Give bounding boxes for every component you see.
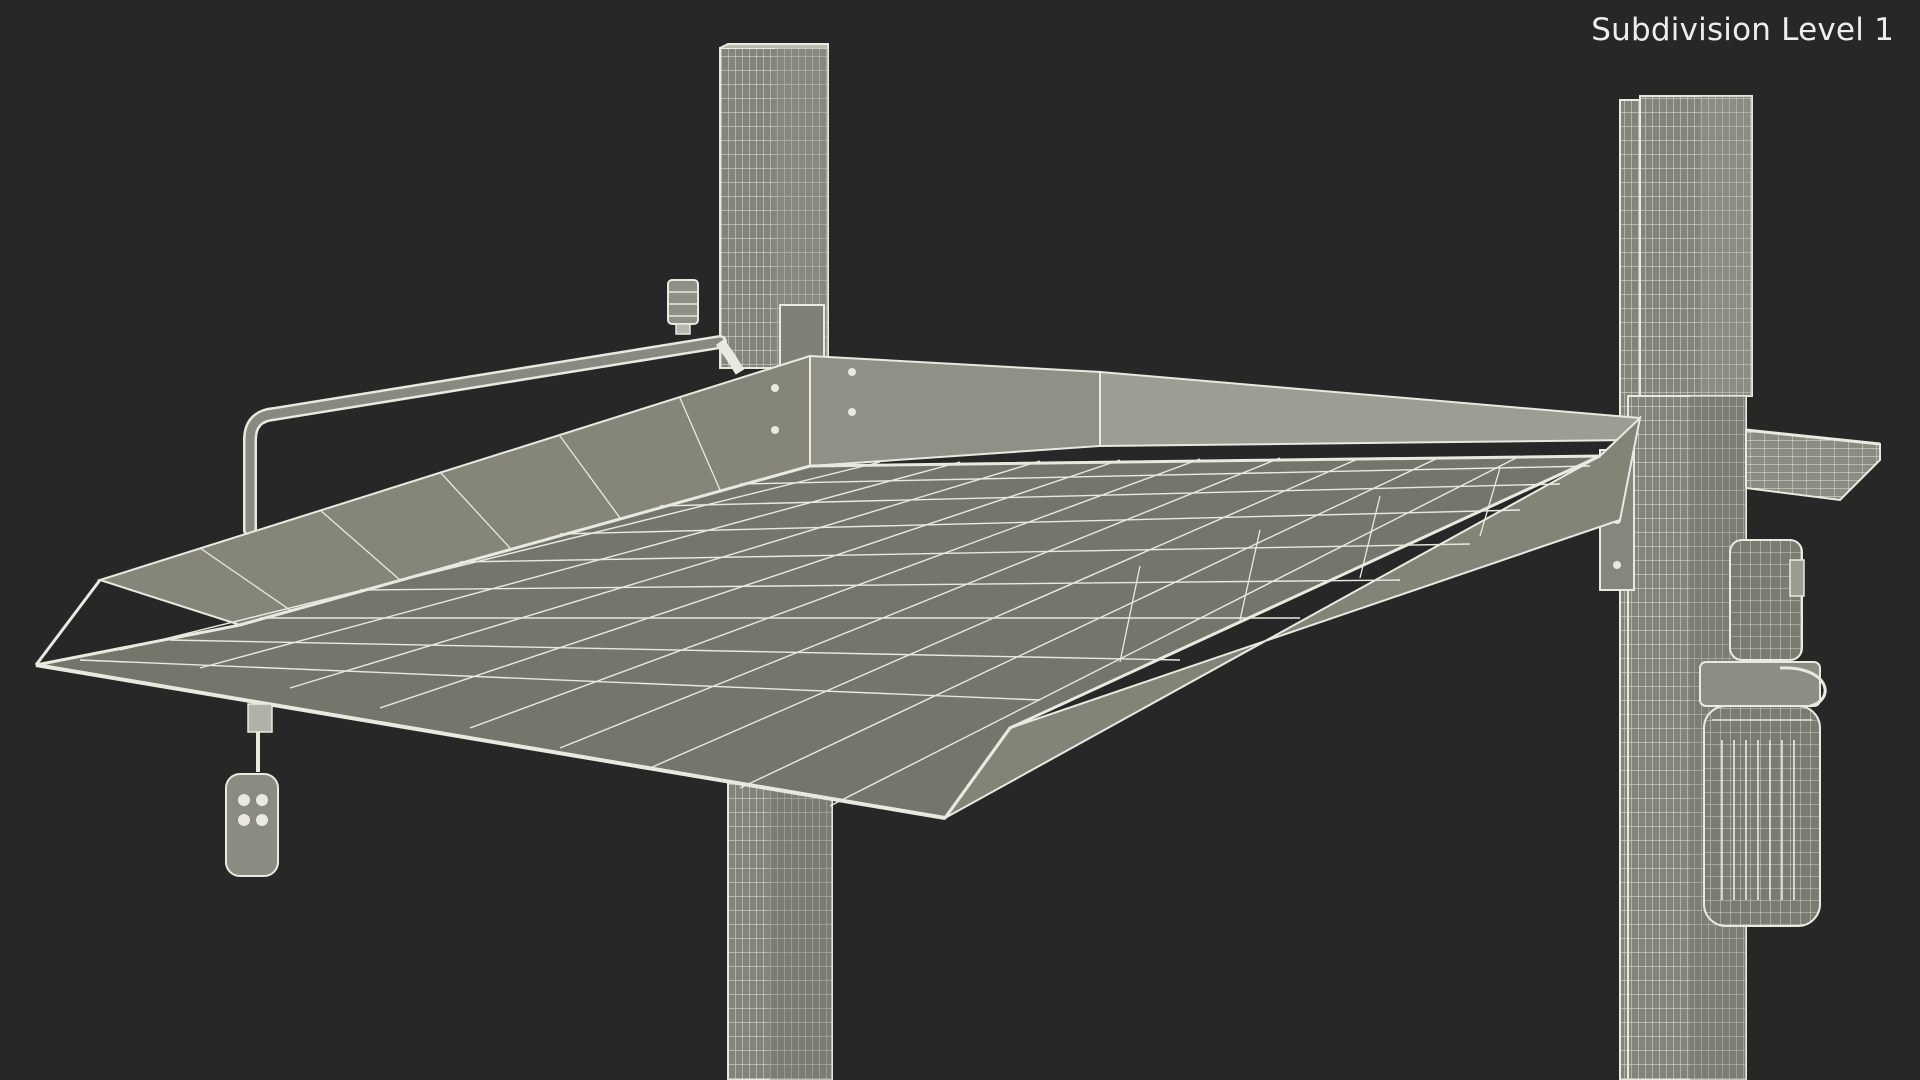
back-left-column (719, 43, 829, 369)
subdivision-level-label: Subdivision Level 1 (1591, 12, 1894, 48)
render-viewport: Subdivision Level 1 (0, 0, 1920, 1080)
front-left-column (727, 769, 833, 1080)
rear-cross-beam (1745, 428, 1881, 502)
lift-platform (34, 354, 1642, 820)
remote-control (225, 703, 279, 877)
wireframe-render (34, 43, 1881, 1080)
